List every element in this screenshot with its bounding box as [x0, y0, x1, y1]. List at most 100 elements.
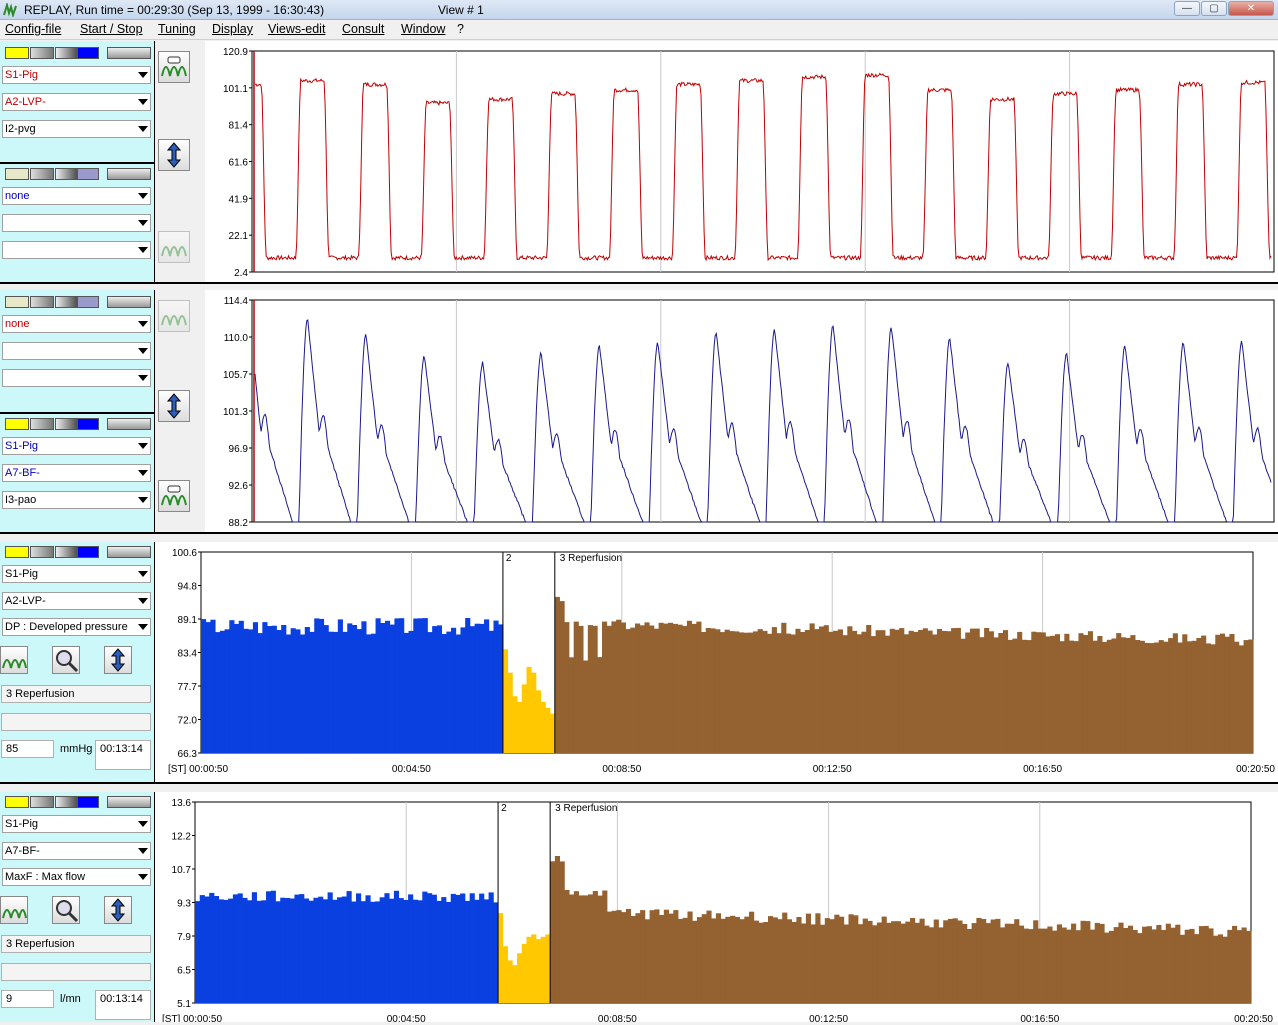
- signal-select[interactable]: I2-pvg: [2, 120, 151, 138]
- color-swatches[interactable]: [2, 47, 152, 61]
- bar: [976, 917, 982, 1003]
- waveform-icon[interactable]: [0, 896, 28, 924]
- bar: [743, 632, 749, 753]
- minimize-icon[interactable]: —: [1174, 1, 1200, 16]
- bar: [403, 632, 409, 753]
- bar: [597, 657, 603, 753]
- bar: [1118, 922, 1124, 1003]
- bar: [242, 897, 248, 1003]
- vertical-scale-icon[interactable]: [158, 139, 190, 171]
- bar: [285, 634, 292, 753]
- subject-select[interactable]: S1-Pig: [2, 437, 151, 455]
- bar: [715, 913, 722, 1003]
- color-swatches[interactable]: [2, 418, 152, 432]
- vertical-scale-icon[interactable]: [104, 896, 132, 924]
- bar: [1045, 636, 1051, 753]
- subject-select[interactable]: S1-Pig: [2, 815, 151, 833]
- bar: [361, 621, 367, 753]
- menu-consult[interactable]: Consult: [342, 22, 384, 36]
- channel-select[interactable]: [2, 342, 151, 360]
- waveform-icon[interactable]: [158, 480, 190, 512]
- color-swatches[interactable]: [2, 546, 152, 560]
- zoom-icon[interactable]: [52, 646, 80, 674]
- channel-panel-3: none: [0, 290, 155, 412]
- menu-start-stop[interactable]: Start / Stop: [80, 22, 143, 36]
- menu-display[interactable]: Display: [212, 22, 253, 36]
- bar: [351, 901, 357, 1003]
- close-icon[interactable]: ✕: [1228, 1, 1274, 16]
- color-swatches[interactable]: [2, 296, 152, 310]
- signal-select[interactable]: [2, 369, 151, 387]
- bar: [969, 628, 976, 753]
- menu-help[interactable]: ?: [457, 22, 464, 36]
- channel-select[interactable]: A2-LVP-: [2, 93, 151, 111]
- bar: [767, 916, 774, 1003]
- bar: [218, 899, 224, 1003]
- phase-field: 3 Reperfusion: [1, 685, 151, 703]
- bar: [380, 623, 386, 753]
- bar: [337, 619, 343, 753]
- bar: [1224, 636, 1230, 753]
- bar: [1031, 631, 1037, 753]
- bar: [687, 911, 693, 1003]
- bar: [843, 924, 849, 1003]
- signal-select[interactable]: I3-pao: [2, 491, 151, 509]
- vertical-scale-icon[interactable]: [158, 390, 190, 422]
- bar: [659, 915, 665, 1003]
- bar: [1217, 934, 1223, 1003]
- bar: [1037, 928, 1044, 1003]
- bar: [971, 923, 977, 1003]
- bar: [678, 918, 684, 1003]
- value-field[interactable]: 85: [1, 740, 54, 758]
- channel-select[interactable]: A7-BF-: [2, 842, 151, 860]
- vertical-scale-icon[interactable]: [104, 646, 132, 674]
- color-swatches[interactable]: [2, 168, 152, 182]
- parameter-select[interactable]: MaxF : Max flow: [2, 868, 151, 886]
- y-tick-label: 94.8: [178, 582, 198, 593]
- menu-views-edit[interactable]: Views-edit: [268, 22, 325, 36]
- maximize-icon[interactable]: ▢: [1201, 1, 1227, 16]
- bar: [625, 909, 632, 1003]
- bar: [469, 893, 475, 1003]
- menu-tuning[interactable]: Tuning: [158, 22, 196, 36]
- bar: [1059, 641, 1065, 753]
- channel-select[interactable]: A2-LVP-: [2, 592, 151, 610]
- bar: [569, 894, 575, 1003]
- chart-flow[interactable]: 114.4 110.0 105.7 101.3 96.9 92.6 88.2: [205, 290, 1278, 532]
- waveform-icon[interactable]: [158, 300, 190, 332]
- bar: [337, 897, 343, 1003]
- bar: [1196, 638, 1202, 753]
- bar: [573, 891, 579, 1003]
- channel-select[interactable]: A7-BF-: [2, 464, 151, 482]
- subject-select[interactable]: none: [2, 187, 151, 205]
- bar: [1111, 638, 1117, 753]
- parameter-select[interactable]: DP : Developed pressure: [2, 618, 151, 636]
- waveform-icon[interactable]: [158, 51, 190, 83]
- subject-select[interactable]: S1-Pig: [2, 565, 151, 583]
- chart-max-flow[interactable]: 13.6 12.2 10.7 9.3 7.9 6.5 5.1 2 3 Reperfusion [S…: [155, 792, 1278, 1025]
- zoom-icon[interactable]: [52, 896, 80, 924]
- bar: [1175, 924, 1181, 1003]
- menu-config-file[interactable]: Config-file: [5, 22, 61, 36]
- bar: [875, 630, 881, 753]
- bar: [981, 919, 987, 1003]
- bar: [374, 901, 381, 1003]
- chart-lvp[interactable]: 120.9 101.1 81.4 61.6 41.9 22.1 2.4: [205, 41, 1278, 282]
- color-swatches[interactable]: [2, 796, 152, 810]
- bar: [777, 919, 783, 1003]
- bar: [1170, 927, 1176, 1003]
- bar: [270, 890, 276, 1003]
- menu-window[interactable]: Window: [401, 22, 445, 36]
- bar: [800, 632, 806, 753]
- chart-developed-pressure[interactable]: 100.6 94.8 89.1 83.4 77.7 72.0 66.3 2 3 Reperfus…: [155, 542, 1278, 782]
- subject-select[interactable]: none: [2, 315, 151, 333]
- x-tick-label: 00:08:50: [598, 1014, 637, 1022]
- subject-select[interactable]: S1-Pig: [2, 66, 151, 84]
- value-field[interactable]: 9: [1, 990, 54, 1008]
- waveform-icon[interactable]: [158, 231, 190, 263]
- bar: [436, 900, 442, 1003]
- signal-select[interactable]: [2, 241, 151, 259]
- waveform-icon[interactable]: [0, 646, 28, 674]
- unit-label: mmHg: [60, 743, 93, 755]
- channel-select[interactable]: [2, 214, 151, 232]
